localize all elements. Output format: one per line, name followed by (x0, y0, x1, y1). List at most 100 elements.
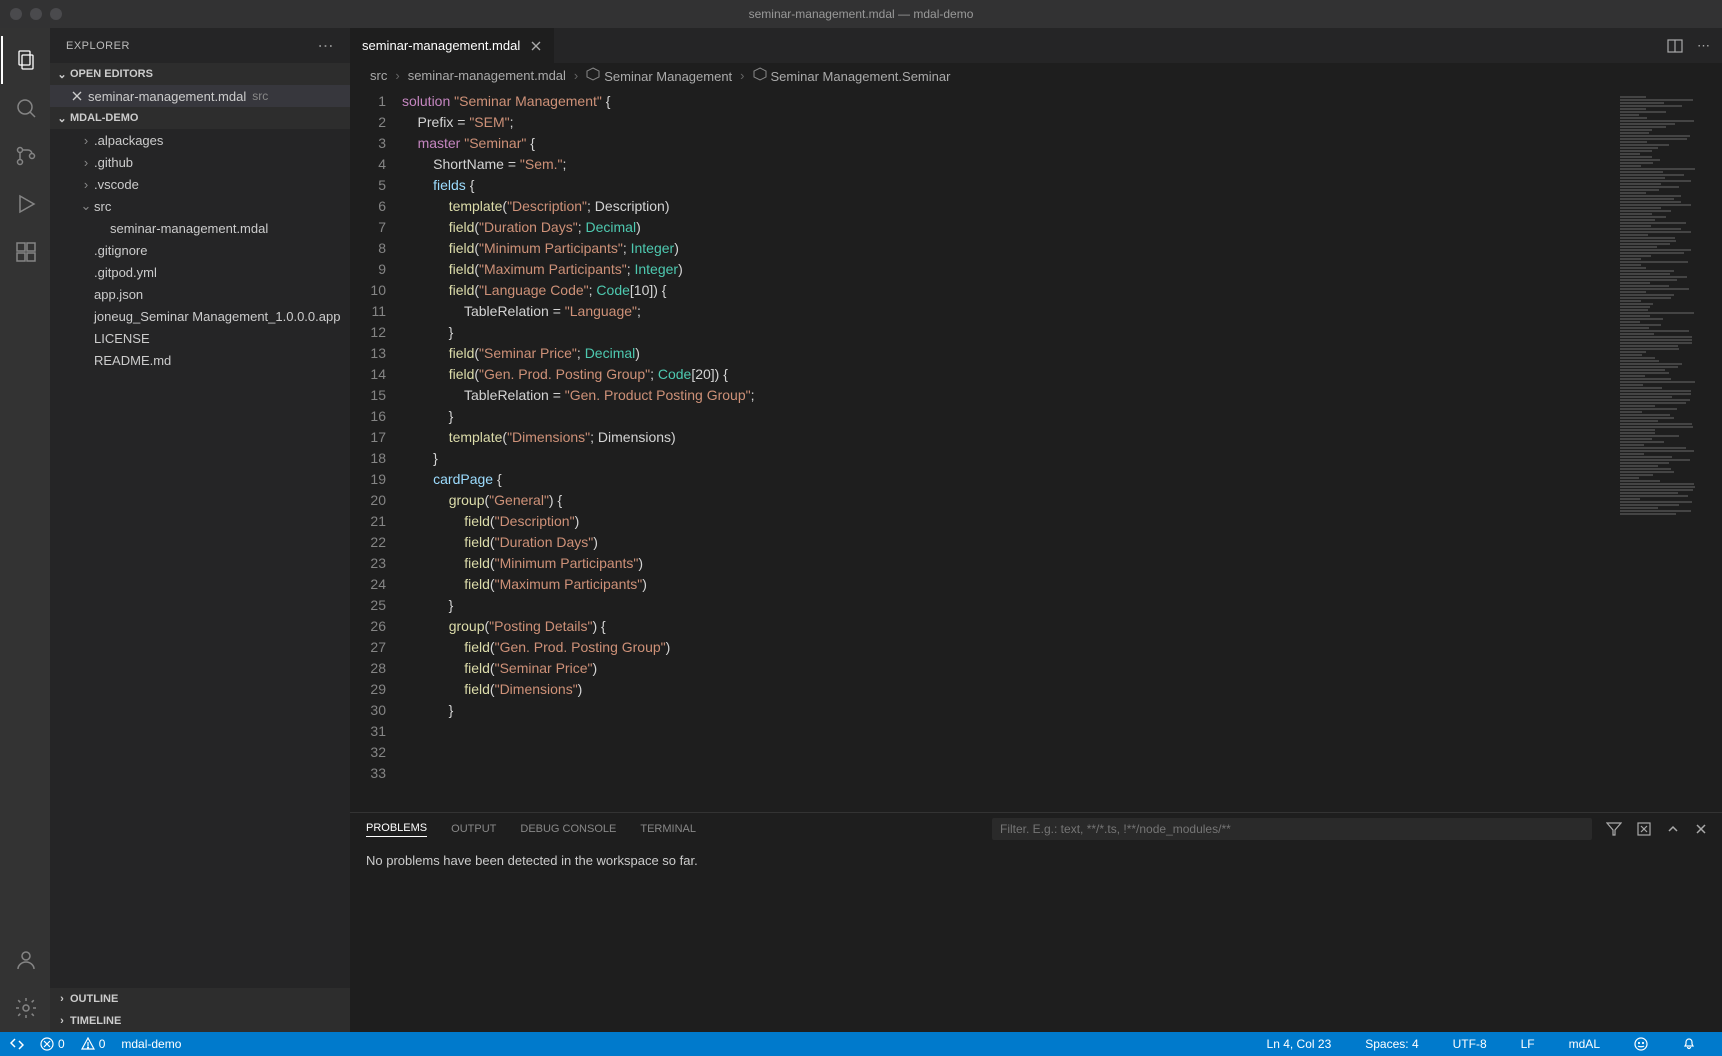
title-bar: seminar-management.mdal — mdal-demo (0, 0, 1722, 28)
tab-debug-console[interactable]: DEBUG CONSOLE (520, 823, 616, 835)
file-tree-item[interactable]: README.md (50, 349, 350, 371)
close-icon[interactable] (70, 89, 84, 103)
chevron-up-icon[interactable] (1666, 822, 1680, 836)
status-bar: 0 0 mdal-demo Ln 4, Col 23 Spaces: 4 UTF… (0, 1032, 1722, 1056)
breadcrumb-separator: › (740, 68, 744, 83)
project-label: MDAL-DEMO (70, 112, 138, 124)
tab-output[interactable]: OUTPUT (451, 823, 496, 835)
outline-label: OUTLINE (70, 993, 118, 1005)
status-errors-count: 0 (58, 1037, 65, 1051)
split-editor-icon[interactable] (1667, 38, 1683, 54)
panel: PROBLEMS OUTPUT DEBUG CONSOLE TERMINAL (350, 812, 1722, 1032)
file-tree-item[interactable]: ›.github (50, 151, 350, 173)
tab-active[interactable]: seminar-management.mdal (350, 28, 555, 63)
tab-label: seminar-management.mdal (362, 38, 520, 53)
status-cursor[interactable]: Ln 4, Col 23 (1267, 1037, 1332, 1051)
close-window-icon[interactable] (10, 8, 22, 20)
chevron-right-icon: › (54, 993, 70, 1005)
status-branch[interactable]: mdal-demo (121, 1037, 181, 1051)
open-editors-label: OPEN EDITORS (70, 68, 153, 80)
file-tree-item[interactable]: joneug_Seminar Management_1.0.0.0.app (50, 305, 350, 327)
status-language[interactable]: mdAL (1569, 1037, 1600, 1051)
more-actions-icon[interactable]: ⋯ (1697, 38, 1710, 54)
status-spaces[interactable]: Spaces: 4 (1365, 1037, 1418, 1051)
minimap[interactable] (1612, 89, 1722, 812)
file-tree-item[interactable]: .gitpod.yml (50, 261, 350, 283)
tab-terminal[interactable]: TERMINAL (640, 823, 696, 835)
search-icon[interactable] (1, 84, 49, 132)
tree-twisty-icon: › (78, 177, 94, 192)
window-title: seminar-management.mdal — mdal-demo (749, 7, 974, 21)
file-tree-label: .gitpod.yml (94, 265, 157, 280)
open-editor-item[interactable]: seminar-management.mdal src (50, 85, 350, 107)
activity-bar (0, 28, 50, 1032)
timeline-section[interactable]: › TIMELINE (50, 1010, 350, 1032)
file-tree-label: LICENSE (94, 331, 150, 346)
timeline-label: TIMELINE (70, 1015, 121, 1027)
source-control-icon[interactable] (1, 132, 49, 180)
tab-problems[interactable]: PROBLEMS (366, 822, 427, 837)
outline-section[interactable]: › OUTLINE (50, 988, 350, 1010)
panel-body: No problems have been detected in the wo… (350, 845, 1722, 876)
tabs-row: seminar-management.mdal ⋯ (350, 28, 1722, 63)
code-content[interactable]: solution "Seminar Management" { Prefix =… (402, 89, 1612, 812)
file-tree: ›.alpackages›.github›.vscode⌄srcseminar-… (50, 129, 350, 371)
status-warnings[interactable]: 0 (81, 1037, 106, 1051)
feedback-icon[interactable] (1634, 1037, 1648, 1051)
open-editors-section[interactable]: ⌄ OPEN EDITORS (50, 63, 350, 85)
project-section[interactable]: ⌄ MDAL-DEMO (50, 107, 350, 129)
status-errors[interactable]: 0 (40, 1037, 65, 1051)
file-tree-label: .vscode (94, 177, 139, 192)
file-tree-label: src (94, 199, 111, 214)
file-tree-label: .alpackages (94, 133, 163, 148)
status-eol[interactable]: LF (1521, 1037, 1535, 1051)
file-tree-label: joneug_Seminar Management_1.0.0.0.app (94, 309, 340, 324)
editor-body[interactable]: 1234567891011121314151617181920212223242… (350, 89, 1722, 812)
file-tree-item[interactable]: seminar-management.mdal (50, 217, 350, 239)
symbol-icon (586, 67, 600, 81)
panel-tabs: PROBLEMS OUTPUT DEBUG CONSOLE TERMINAL (350, 813, 1722, 845)
symbol-icon (753, 67, 767, 81)
close-panel-icon[interactable] (1694, 822, 1708, 836)
maximize-window-icon[interactable] (50, 8, 62, 20)
settings-gear-icon[interactable] (1, 984, 49, 1032)
file-tree-label: app.json (94, 287, 143, 302)
file-tree-item[interactable]: ⌄src (50, 195, 350, 217)
file-tree-label: .github (94, 155, 133, 170)
file-tree-label: seminar-management.mdal (110, 221, 268, 236)
breadcrumb-item[interactable]: src (370, 68, 387, 83)
close-icon[interactable] (530, 40, 542, 52)
sidebar-more-icon[interactable]: ⋯ (318, 36, 335, 56)
filter-icon[interactable] (1606, 821, 1622, 837)
remote-indicator[interactable] (10, 1037, 24, 1051)
file-tree-label: .gitignore (94, 243, 147, 258)
explorer-icon[interactable] (1, 36, 49, 84)
file-tree-item[interactable]: app.json (50, 283, 350, 305)
open-editor-filename: seminar-management.mdal (88, 89, 246, 104)
breadcrumb-item[interactable]: Seminar Management.Seminar (753, 67, 951, 84)
bell-icon[interactable] (1682, 1037, 1696, 1051)
extensions-icon[interactable] (1, 228, 49, 276)
clear-icon[interactable] (1636, 821, 1652, 837)
breadcrumb-separator: › (574, 68, 578, 83)
file-tree-item[interactable]: ›.alpackages (50, 129, 350, 151)
file-tree-item[interactable]: LICENSE (50, 327, 350, 349)
file-tree-item[interactable]: .gitignore (50, 239, 350, 261)
accounts-icon[interactable] (1, 936, 49, 984)
panel-filter-input[interactable] (992, 818, 1592, 840)
line-number-gutter: 1234567891011121314151617181920212223242… (350, 89, 402, 812)
sidebar-title-label: EXPLORER (66, 40, 130, 52)
run-debug-icon[interactable] (1, 180, 49, 228)
minimize-window-icon[interactable] (30, 8, 42, 20)
file-tree-label: README.md (94, 353, 171, 368)
breadcrumb-item[interactable]: seminar-management.mdal (408, 68, 566, 83)
status-encoding[interactable]: UTF-8 (1453, 1037, 1487, 1051)
breadcrumb-item[interactable]: Seminar Management (586, 67, 732, 84)
chevron-down-icon: ⌄ (54, 68, 70, 81)
sidebar-title: EXPLORER ⋯ (50, 28, 350, 63)
breadcrumbs[interactable]: src › seminar-management.mdal › Seminar Mana… (350, 63, 1722, 89)
file-tree-item[interactable]: ›.vscode (50, 173, 350, 195)
tree-twisty-icon: › (78, 133, 94, 148)
tree-twisty-icon: ⌄ (78, 198, 94, 214)
breadcrumb-separator: › (395, 68, 399, 83)
